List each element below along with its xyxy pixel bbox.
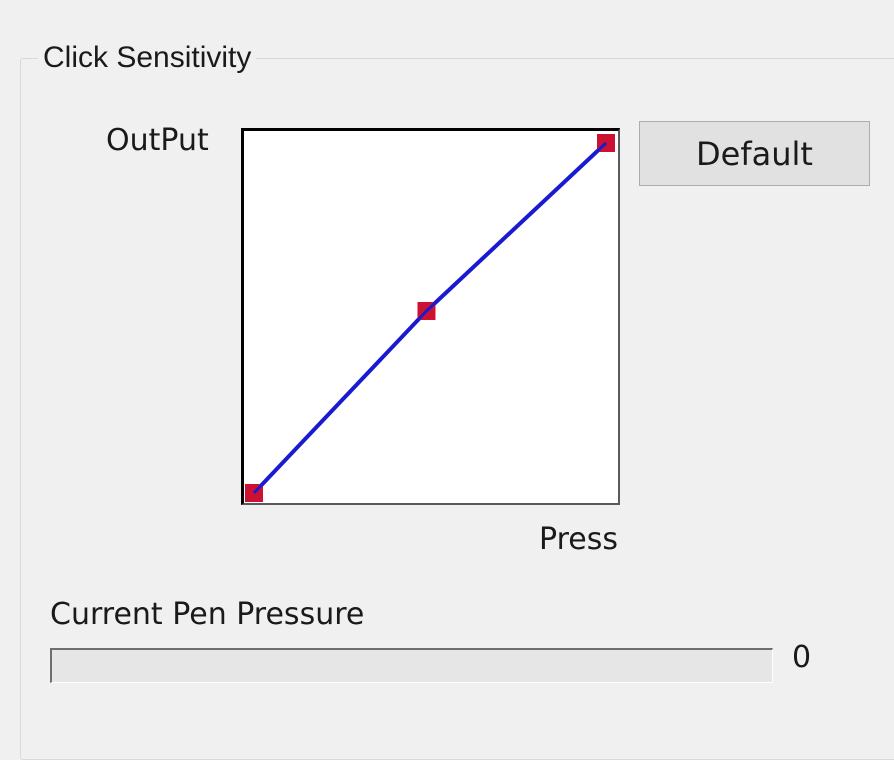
sensitivity-curve-canvas[interactable] [244, 131, 618, 503]
sensitivity-curve-editor[interactable] [241, 128, 620, 505]
output-axis-label: OutPut [106, 123, 209, 158]
default-button[interactable]: Default [639, 121, 870, 186]
pen-pressure-value: 0 [792, 640, 812, 675]
group-title: Click Sensitivity [38, 38, 257, 78]
press-axis-label: Press [539, 522, 618, 557]
pen-pressure-bar [50, 648, 773, 683]
current-pen-pressure-label: Current Pen Pressure [50, 597, 365, 632]
